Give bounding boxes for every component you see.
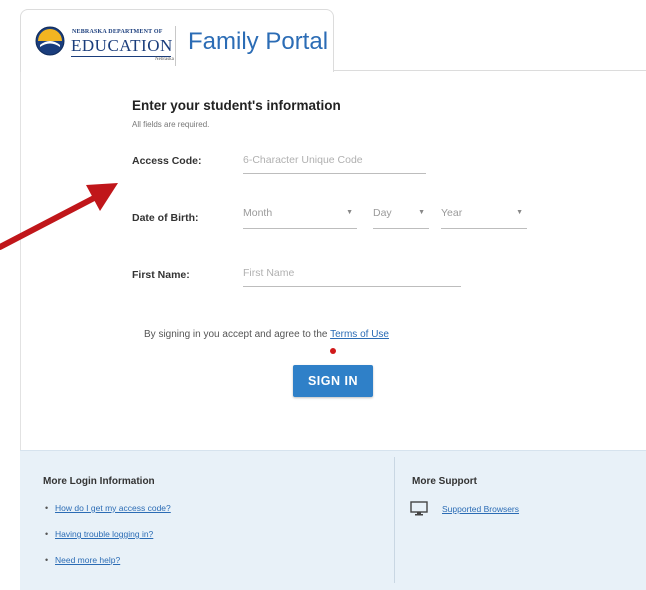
access-code-help-link[interactable]: How do I get my access code? <box>55 503 171 513</box>
red-dot-marker <box>330 348 336 354</box>
access-code-label: Access Code: <box>132 155 202 167</box>
more-login-info-heading: More Login Information <box>43 476 155 487</box>
bullet: • <box>45 529 49 539</box>
more-support-heading: More Support <box>412 476 477 487</box>
date-of-birth-label: Date of Birth: <box>132 212 199 224</box>
supported-browsers-link[interactable]: Supported Browsers <box>442 504 519 514</box>
terms-text: By signing in you accept and agree to th… <box>144 329 389 340</box>
access-code-input[interactable] <box>243 151 426 174</box>
department-small: Nebraska <box>155 57 174 62</box>
sign-in-button[interactable]: SIGN IN <box>293 365 373 397</box>
dob-day-select[interactable]: Day ▼ <box>373 207 429 229</box>
form-subheading: All fields are required. <box>132 120 210 129</box>
footer-divider <box>394 457 395 583</box>
first-name-label: First Name: <box>132 269 190 281</box>
dob-month-value: Month <box>243 207 273 219</box>
form-heading: Enter your student's information <box>132 98 341 113</box>
chevron-down-icon: ▼ <box>516 209 523 216</box>
dob-year-value: Year <box>441 207 463 219</box>
logo-divider <box>175 26 176 66</box>
chevron-down-icon: ▼ <box>418 209 425 216</box>
department-line: NEBRASKA DEPARTMENT OF <box>72 29 163 35</box>
department-name: EDUCATION <box>71 36 173 55</box>
terms-prefix: By signing in you accept and agree to th… <box>144 329 328 340</box>
education-seal-icon <box>35 26 65 56</box>
annotation-arrow-icon <box>0 183 118 250</box>
trouble-logging-in-link[interactable]: Having trouble logging in? <box>55 529 153 539</box>
dob-year-select[interactable]: Year ▼ <box>441 207 527 229</box>
dob-day-value: Day <box>373 207 392 219</box>
portal-header-tab: NEBRASKA DEPARTMENT OF EDUCATION Nebrask… <box>20 9 334 72</box>
bullet: • <box>45 555 49 565</box>
monitor-icon <box>410 501 428 516</box>
first-name-input[interactable] <box>243 264 461 287</box>
chevron-down-icon: ▼ <box>346 209 353 216</box>
dob-month-select[interactable]: Month ▼ <box>243 207 357 229</box>
need-more-help-link[interactable]: Need more help? <box>55 555 120 565</box>
bullet: • <box>45 503 49 513</box>
footer: More Login Information • How do I get my… <box>20 450 646 590</box>
page-title: Family Portal <box>188 28 329 55</box>
terms-of-use-link[interactable]: Terms of Use <box>330 329 389 340</box>
